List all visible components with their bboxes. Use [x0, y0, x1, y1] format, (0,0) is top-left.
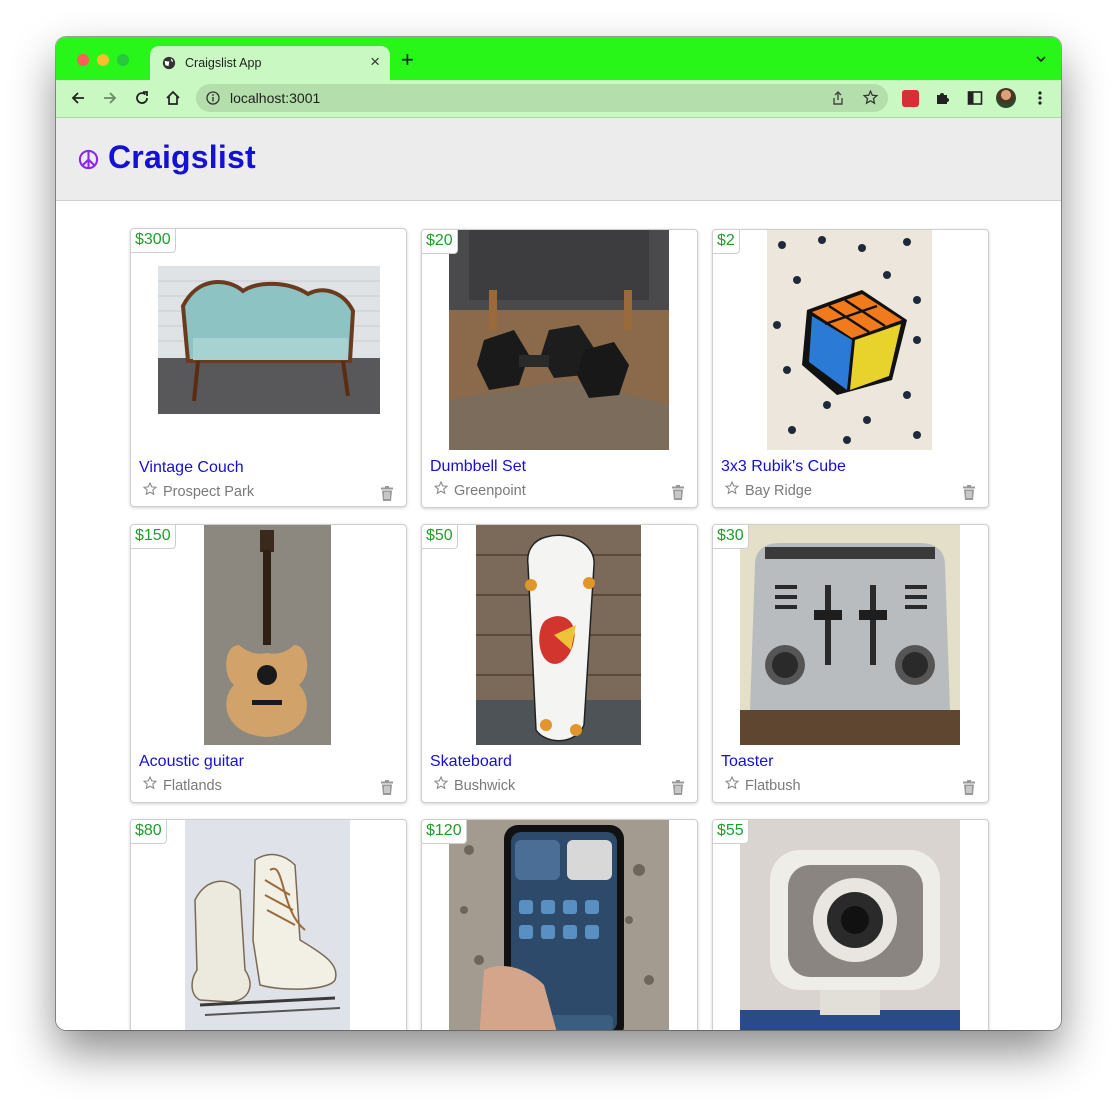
- price-badge: $55: [713, 820, 749, 844]
- guitar-photo[interactable]: [204, 525, 331, 745]
- listing-card[interactable]: $120: [421, 819, 698, 1030]
- rubiks-cube-photo[interactable]: [767, 230, 932, 450]
- price-badge: $150: [131, 525, 176, 549]
- browser-toolbar: localhost:3001: [56, 80, 1061, 118]
- reload-icon[interactable]: [133, 89, 151, 107]
- profile-avatar[interactable]: [996, 88, 1016, 108]
- home-icon[interactable]: [164, 89, 182, 107]
- listing-location: Prospect Park: [163, 484, 255, 500]
- trash-icon[interactable]: [380, 486, 394, 501]
- listing-card[interactable]: $150 Acoustic guitar Flatlands: [130, 524, 407, 803]
- couch-photo[interactable]: [158, 266, 380, 414]
- listing-card[interactable]: $30 Toaster Flatbush: [712, 524, 989, 803]
- trash-icon[interactable]: [671, 485, 685, 500]
- page-content: Craigslist $300 Vintage Couch Prospect P…: [56, 118, 1061, 1030]
- chevron-down-icon[interactable]: [1035, 53, 1047, 65]
- share-icon[interactable]: [830, 90, 846, 106]
- listing-card[interactable]: $2 3x3 Rubik's Cube Bay Ridge: [712, 229, 989, 508]
- tab-strip: Craigslist App × +: [56, 37, 1061, 80]
- listing-title[interactable]: 3x3 Rubik's Cube: [721, 458, 846, 476]
- close-window-button[interactable]: [77, 54, 89, 66]
- puzzle-icon[interactable]: [934, 89, 952, 107]
- trash-icon[interactable]: [962, 485, 976, 500]
- price-badge: $30: [713, 525, 749, 549]
- listing-card[interactable]: $80: [130, 819, 407, 1030]
- listing-title[interactable]: Skateboard: [430, 753, 512, 771]
- listing-card[interactable]: $300 Vintage Couch Prospect Park: [130, 228, 407, 507]
- tab-title: Craigslist App: [185, 56, 262, 70]
- star-icon[interactable]: [433, 480, 449, 496]
- url-text[interactable]: localhost:3001: [230, 90, 320, 106]
- star-icon[interactable]: [724, 480, 740, 496]
- new-tab-button[interactable]: +: [401, 49, 414, 71]
- star-icon[interactable]: [142, 775, 158, 791]
- listing-location: Greenpoint: [454, 483, 526, 499]
- listing-title[interactable]: Vintage Couch: [139, 459, 244, 477]
- browser-window: Craigslist App × + localhost:3001 Craigs…: [56, 37, 1061, 1030]
- phone-photo[interactable]: [449, 820, 669, 1030]
- site-title[interactable]: Craigslist: [108, 139, 256, 176]
- price-badge: $20: [422, 230, 458, 254]
- address-bar[interactable]: localhost:3001: [196, 84, 888, 112]
- bookmark-star-icon[interactable]: [862, 89, 879, 106]
- ice-skates-photo[interactable]: [185, 820, 350, 1030]
- listing-location: Flatlands: [163, 778, 222, 794]
- listing-title[interactable]: Toaster: [721, 753, 773, 771]
- site-header: Craigslist: [56, 118, 1061, 201]
- listing-location: Bay Ridge: [745, 483, 812, 499]
- star-icon[interactable]: [724, 775, 740, 791]
- back-arrow-icon[interactable]: [69, 89, 87, 107]
- price-badge: $300: [131, 229, 176, 253]
- price-badge: $120: [422, 820, 467, 844]
- tab-close-icon[interactable]: ×: [370, 53, 380, 71]
- listing-title[interactable]: Acoustic guitar: [139, 753, 244, 771]
- forward-arrow-icon[interactable]: [101, 89, 119, 107]
- listing-location: Bushwick: [454, 778, 516, 794]
- trash-icon[interactable]: [962, 780, 976, 795]
- toaster-photo[interactable]: [740, 525, 960, 745]
- extension-icon[interactable]: [902, 90, 919, 107]
- info-icon[interactable]: [206, 91, 220, 105]
- listing-title[interactable]: Dumbbell Set: [430, 458, 526, 476]
- trash-icon[interactable]: [380, 780, 394, 795]
- more-vert-icon[interactable]: [1031, 89, 1049, 107]
- trash-icon[interactable]: [671, 780, 685, 795]
- price-badge: $80: [131, 820, 167, 844]
- side-panel-icon[interactable]: [966, 89, 984, 107]
- price-badge: $2: [713, 230, 740, 254]
- listing-location: Flatbush: [745, 778, 801, 794]
- price-badge: $50: [422, 525, 458, 549]
- minimize-window-button[interactable]: [97, 54, 109, 66]
- listing-card[interactable]: $20 Dumbbell Set Greenpoint: [421, 229, 698, 508]
- webcam-photo[interactable]: [740, 820, 960, 1030]
- listing-card[interactable]: $55: [712, 819, 989, 1030]
- globe-icon: [162, 56, 176, 70]
- skateboard-photo[interactable]: [476, 525, 641, 745]
- browser-tab[interactable]: Craigslist App ×: [150, 46, 390, 80]
- star-icon[interactable]: [433, 775, 449, 791]
- listing-card[interactable]: $50 Skateboard Bushwick: [421, 524, 698, 803]
- dumbbell-photo[interactable]: [449, 230, 669, 450]
- peace-icon: [78, 149, 99, 170]
- maximize-window-button[interactable]: [117, 54, 129, 66]
- star-icon[interactable]: [142, 481, 158, 497]
